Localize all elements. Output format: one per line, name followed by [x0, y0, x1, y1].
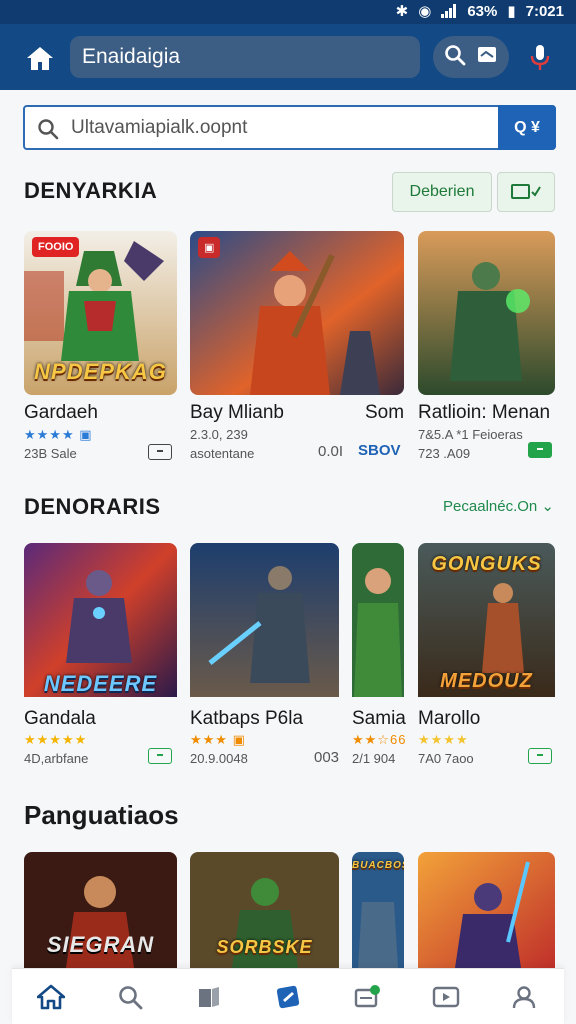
search-query: Ultavamiapialk.oopnt [71, 117, 248, 138]
game-meta: 7A0 7aoo [418, 751, 474, 766]
game-tile-ratlioin-menan[interactable] [418, 231, 555, 395]
search-input[interactable]: Ultavamiapialk.oopnt Q ¥ [23, 105, 556, 150]
rating-stars: ★★★★ [418, 732, 469, 747]
game-title[interactable]: Bay Mlianb [190, 402, 284, 424]
game-tile-katbaps[interactable] [190, 543, 339, 707]
play-icon [432, 986, 459, 1007]
message-icon [478, 46, 496, 62]
game-meta: 2.3.0, 239 [190, 427, 248, 442]
status-bar: ✱ ◉ 63% ▮ 7:021 [0, 0, 576, 24]
game-title[interactable]: Samia [352, 708, 406, 730]
wifi-icon: ◉ [418, 3, 432, 20]
see-more-link[interactable]: Pecaalnéc.On ⌄ [443, 497, 554, 515]
game-tile-gandala[interactable]: NEDEERE [24, 543, 177, 707]
profile-icon [513, 985, 536, 1008]
game-meta-secondary: 723 .A09 [418, 446, 471, 461]
appbar-actions [433, 36, 509, 78]
search-button[interactable] [444, 44, 466, 71]
nav-wallet[interactable] [344, 974, 390, 1020]
game-tile-siegran[interactable]: SIEGRAN [24, 852, 177, 968]
voice-search-button[interactable] [520, 38, 560, 78]
nav-library[interactable] [186, 974, 232, 1020]
game-logo-text: BUACBOS [352, 860, 404, 871]
game-artwork [190, 543, 339, 697]
store-icon [276, 985, 300, 1008]
search-icon [38, 119, 59, 140]
game-logo-text: SIEGRAN [46, 932, 155, 957]
game-logo-subtext: MEDOUZ [440, 670, 533, 692]
install-button[interactable] [528, 442, 552, 458]
search-icon [119, 985, 143, 1009]
game-tile-sorbske[interactable]: SORBSKE [190, 852, 339, 968]
game-price[interactable]: SBOV [358, 442, 401, 459]
home-icon [27, 47, 53, 70]
game-tile-bay-mlianb[interactable]: ▣ [190, 231, 404, 395]
game-artwork [352, 543, 404, 697]
rating-stars: ★★☆66 [352, 732, 407, 747]
nav-play[interactable] [423, 974, 469, 1020]
game-artwork [418, 852, 555, 968]
app-bar: Enaidaigia [0, 24, 576, 90]
signal-icon [441, 4, 457, 18]
search-icon [445, 44, 466, 65]
nav-home[interactable] [28, 974, 74, 1020]
game-meta: 23B Sale [24, 446, 77, 461]
game-artwork [418, 231, 555, 395]
game-price: 003 [314, 749, 340, 766]
game-title[interactable]: Katbaps P6la [190, 708, 303, 730]
bottom-navigation [12, 968, 564, 1024]
game-logo-text: NEDEERE [43, 671, 158, 696]
promo-badge: ▣ [198, 237, 221, 258]
rating-stars: ★★★ ▣ [190, 732, 246, 747]
game-meta: 4D,arbfane [24, 751, 89, 766]
game-tile-gardaeh[interactable]: FOOIO NPDEPKAG [24, 231, 177, 395]
game-price-old: 0.0I [318, 443, 344, 460]
game-title[interactable]: Ratlioin: Menan [418, 402, 550, 424]
game-title[interactable]: Marollo [418, 708, 480, 730]
rating-stars: ★★★★ ▣ [24, 427, 93, 442]
rating-stars: ★★★★★ [24, 732, 88, 747]
battery-icon: ▮ [507, 3, 516, 20]
game-meta-secondary: asotentane [190, 446, 255, 461]
bluetooth-icon: ✱ [395, 3, 409, 20]
wallet-icon [354, 984, 380, 1007]
game-meta: 2/1 904 [352, 751, 396, 766]
nav-store[interactable] [265, 974, 311, 1020]
clock: 7:021 [525, 2, 564, 20]
home-button[interactable] [20, 38, 60, 78]
section-title-1: DENYARKIA [24, 178, 158, 203]
microphone-icon [530, 45, 550, 70]
battery-level: 63% [467, 2, 498, 20]
game-artwork [190, 231, 404, 395]
view-toggle-button[interactable] [497, 172, 555, 212]
install-button[interactable] [148, 444, 172, 460]
message-button[interactable] [476, 45, 498, 70]
nav-search[interactable] [107, 974, 153, 1020]
nav-profile[interactable] [501, 974, 547, 1020]
filter-chip[interactable]: Deberien [392, 172, 492, 212]
game-logo-text: GONGUKS [431, 553, 542, 575]
promo-badge: FOOIO [32, 237, 80, 257]
install-button[interactable] [528, 748, 552, 764]
game-tile-marollo[interactable]: GONGUKS MEDOUZ [418, 543, 555, 707]
game-tile-buacbos[interactable]: BUACBOS [352, 852, 404, 968]
home-icon [37, 984, 66, 1009]
game-meta: 7&5.A *1 Feioeras [418, 427, 523, 442]
game-logo-text: SORBSKE [216, 937, 313, 957]
game-title[interactable]: Gardaeh [24, 402, 98, 424]
game-title[interactable]: Gandala [24, 708, 96, 730]
install-button[interactable] [148, 748, 172, 764]
game-tile-4[interactable] [418, 852, 555, 968]
game-tile-samia[interactable] [352, 543, 404, 707]
game-meta: 20.9.0048 [190, 751, 248, 766]
section-title-3: Panguatiaos [24, 800, 179, 830]
app-title[interactable]: Enaidaigia [70, 36, 420, 78]
library-icon [199, 986, 220, 1007]
game-logo-text: NPDEPKAG [34, 359, 167, 384]
section-title-2: DENORARIS [24, 494, 161, 519]
game-subtitle: Som [365, 402, 405, 423]
video-icon [511, 184, 541, 199]
search-submit-button[interactable]: Q ¥ [498, 105, 556, 150]
status-icons: ✱ ◉ 63% ▮ 7:021 [395, 2, 564, 21]
